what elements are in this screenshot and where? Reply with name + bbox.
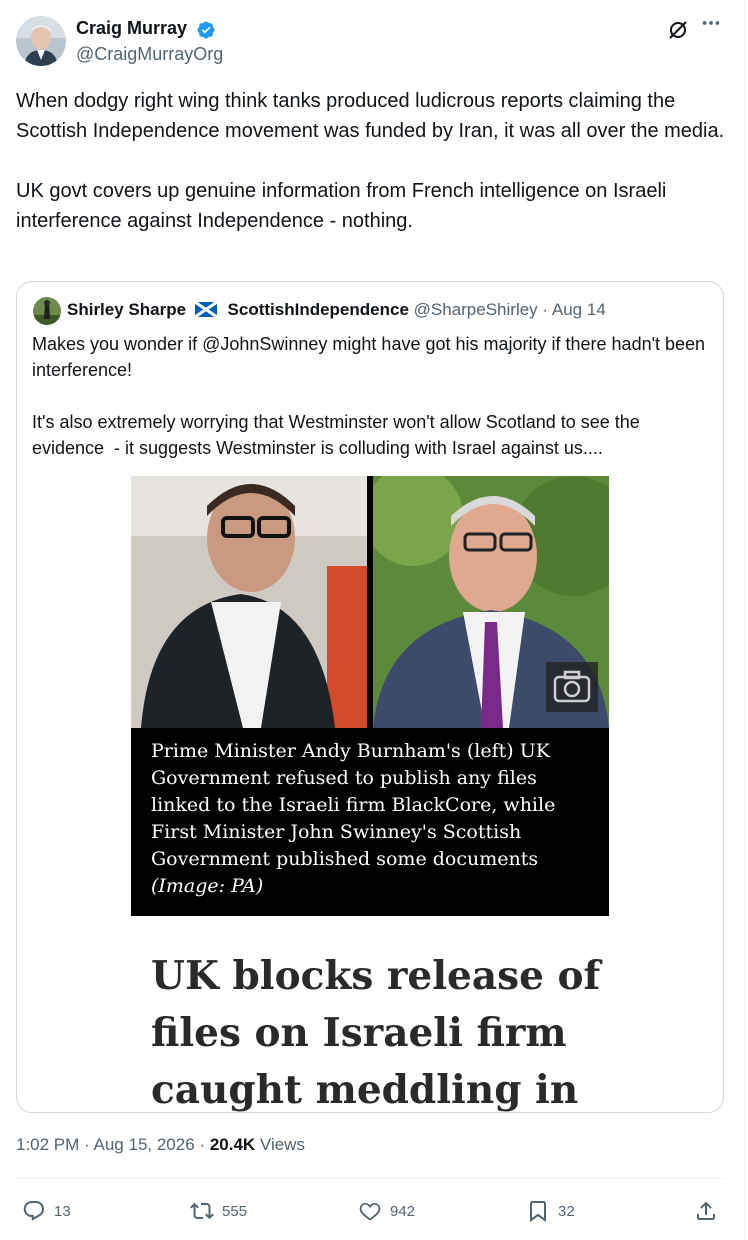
bookmark-button[interactable]: 32 (526, 1197, 575, 1225)
quote-author-suffix[interactable]: ScottishIndependence (228, 300, 409, 319)
quote-avatar[interactable] (33, 297, 61, 325)
reply-button[interactable]: 13 (22, 1197, 71, 1225)
like-icon (359, 1202, 381, 1221)
quote-author-handle[interactable]: @SharpeShirley (414, 300, 538, 319)
tweet-meta: 1:02 PM · Aug 15, 2026 · 20.4K Views (16, 1135, 305, 1155)
caption-text: Prime Minister Andy Burnham's (left) UK … (151, 740, 556, 870)
reply-icon (23, 1201, 44, 1221)
article-headline: UK blocks release of files on Israeli fi… (151, 953, 601, 1113)
bookmark-icon (530, 1201, 546, 1222)
quote-text: Makes you wonder if @JohnSwinney might h… (32, 334, 706, 458)
column-border (744, 0, 745, 1240)
meta-separator-2: · (199, 1135, 206, 1154)
views-label: Views (259, 1135, 305, 1154)
repost-count: 555 (222, 1202, 248, 1220)
quote-header: Shirley Sharpe ScottishIndependence @Sha… (67, 300, 606, 320)
quote-author-name[interactable]: Shirley Sharpe (67, 300, 186, 319)
quoted-tweet[interactable]: Shirley Sharpe ScottishIndependence @Sha… (16, 281, 724, 1113)
repost-button[interactable]: 555 (190, 1197, 247, 1225)
verified-icon (196, 20, 216, 40)
like-count: 942 (390, 1202, 416, 1220)
author-avatar[interactable] (16, 16, 66, 66)
share-button[interactable] (694, 1197, 726, 1225)
camera-icon (546, 662, 598, 712)
more-icon[interactable] (700, 12, 722, 40)
tweet-time[interactable]: 1:02 PM (16, 1135, 79, 1154)
image-caption: Prime Minister Andy Burnham's (left) UK … (151, 738, 591, 900)
tweet-date[interactable]: Aug 15, 2026 (94, 1135, 195, 1154)
grok-icon[interactable] (666, 18, 690, 42)
views-count: 20.4K (209, 1135, 256, 1154)
bookmark-count: 32 (558, 1202, 575, 1220)
quote-separator: · (542, 300, 549, 319)
divider (16, 1178, 724, 1179)
author-name[interactable]: Craig Murray (76, 18, 187, 39)
photo-left (131, 476, 367, 728)
repost-icon (190, 1202, 214, 1220)
quote-date[interactable]: Aug 14 (552, 300, 606, 319)
meta-separator: · (84, 1135, 90, 1154)
quote-media-image[interactable]: Prime Minister Andy Burnham's (left) UK … (131, 476, 609, 916)
author-handle[interactable]: @CraigMurrayOrg (76, 44, 223, 65)
scotland-flag-icon (193, 300, 218, 319)
caption-credit: (Image: PA) (151, 875, 264, 897)
reply-count: 13 (54, 1202, 71, 1220)
share-icon (697, 1201, 715, 1220)
like-button[interactable]: 942 (358, 1197, 415, 1225)
tweet-text: When dodgy right wing think tanks produc… (16, 90, 725, 232)
